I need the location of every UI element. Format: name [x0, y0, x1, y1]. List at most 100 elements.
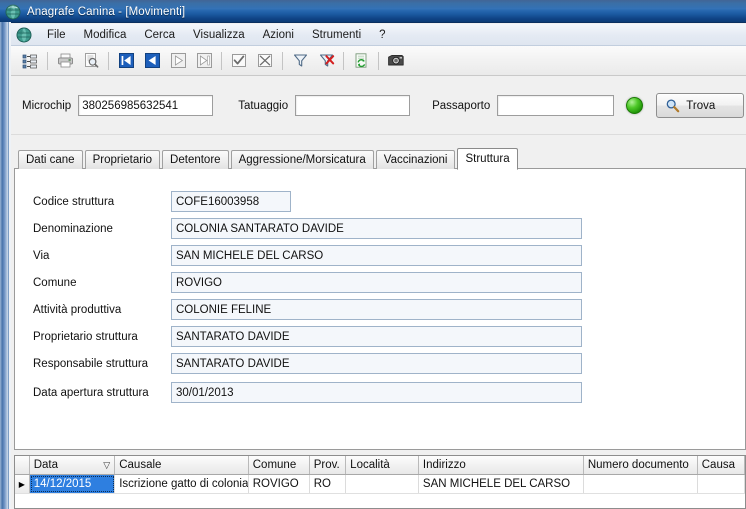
toolbar-separator — [343, 51, 344, 70]
cell-prov[interactable]: RO — [310, 475, 347, 493]
tab-dati-cane[interactable]: Dati cane — [18, 150, 83, 169]
microchip-label: Microchip — [22, 99, 72, 112]
tree-view-button[interactable] — [19, 50, 41, 72]
first-record-button[interactable] — [115, 50, 137, 72]
toolbar-separator — [282, 51, 283, 70]
grid-header-label: Causa — [701, 459, 735, 471]
data-apertura-struttura-label: Data apertura struttura — [33, 386, 149, 399]
confirm-button[interactable] — [228, 50, 250, 72]
field-row-attivita-produttiva: Attività produttiva COLONIE FELINE — [33, 299, 582, 320]
tatuaggio-label: Tatuaggio — [238, 99, 289, 112]
grid-header-causa[interactable]: Causa — [698, 456, 745, 474]
globe-icon — [16, 27, 32, 43]
menu-item-help[interactable]: ? — [370, 26, 394, 44]
via-label: Via — [33, 249, 50, 262]
cell-data[interactable]: 14/12/2015 — [29, 475, 116, 493]
cancel-button[interactable] — [254, 50, 276, 72]
field-row-comune: Comune ROVIGO — [33, 272, 582, 293]
grid-header-indirizzo[interactable]: Indirizzo — [419, 456, 584, 474]
print-preview-icon — [83, 52, 100, 69]
toolbar-separator — [47, 51, 48, 70]
last-record-button[interactable] — [193, 50, 215, 72]
passaporto-input[interactable] — [497, 95, 615, 116]
last-record-icon — [196, 52, 213, 69]
codice-struttura-value[interactable]: COFE16003958 — [171, 191, 291, 212]
filter-button[interactable] — [289, 50, 311, 72]
cell-indirizzo[interactable]: SAN MICHELE DEL CARSO — [419, 475, 584, 493]
menu-item-cerca[interactable]: Cerca — [135, 26, 184, 44]
print-button[interactable] — [54, 50, 76, 72]
tab-vaccinazioni[interactable]: Vaccinazioni — [375, 150, 456, 169]
menu-item-file[interactable]: File — [38, 26, 75, 44]
grid-header-comune[interactable]: Comune — [249, 456, 310, 474]
tab-aggressione-morsicatura[interactable]: Aggressione/Morsicatura — [230, 150, 374, 169]
next-record-button[interactable] — [167, 50, 189, 72]
grid-header-label: Indirizzo — [422, 459, 466, 471]
passaporto-label: Passaporto — [432, 99, 491, 112]
menu-item-strumenti[interactable]: Strumenti — [303, 26, 370, 44]
filter-remove-icon — [318, 52, 335, 69]
tab-label: Proprietario — [92, 154, 153, 166]
first-record-icon — [118, 52, 135, 69]
window-frame-left — [0, 22, 8, 509]
grid-header-data[interactable]: Data ▽ — [30, 456, 116, 474]
movements-grid[interactable]: Data ▽ Causale Comune Prov. Località Ind… — [14, 455, 746, 509]
cell-localita[interactable] — [346, 475, 419, 493]
via-value[interactable]: SAN MICHELE DEL CARSO — [171, 245, 582, 266]
codice-struttura-label: Codice struttura — [33, 195, 115, 208]
denominazione-value[interactable]: COLONIA SANTARATO DAVIDE — [171, 218, 582, 239]
comune-value[interactable]: ROVIGO — [171, 272, 582, 293]
search-panel: Microchip Tatuaggio Passaporto Trova — [11, 77, 746, 135]
grid-header-label: Causale — [119, 459, 162, 471]
cell-causale[interactable]: Iscrizione gatto di colonia — [115, 475, 249, 493]
field-row-denominazione: Denominazione COLONIA SANTARATO DAVIDE — [33, 218, 582, 239]
window-title: Anagrafe Canina - [Movimenti] — [27, 5, 186, 18]
previous-record-button[interactable] — [141, 50, 163, 72]
field-row-codice-struttura: Codice struttura COFE16003958 — [33, 191, 291, 212]
tab-panel-struttura: Codice struttura COFE16003958 Denominazi… — [14, 168, 746, 450]
menu-item-modifica[interactable]: Modifica — [75, 26, 136, 44]
grid-header-localita[interactable]: Località — [346, 456, 419, 474]
field-row-responsabile-struttura: Responsabile struttura SANTARATO DAVIDE — [33, 353, 582, 374]
refresh-button[interactable] — [350, 50, 372, 72]
responsabile-struttura-value[interactable]: SANTARATO DAVIDE — [171, 353, 582, 374]
comune-label: Comune — [33, 276, 77, 289]
photo-button[interactable] — [385, 50, 407, 72]
menu-item-visualizza[interactable]: Visualizza — [184, 26, 254, 44]
tab-proprietario[interactable]: Proprietario — [84, 150, 161, 169]
cell-comune[interactable]: ROVIGO — [249, 475, 310, 493]
find-button[interactable]: Trova — [656, 93, 745, 118]
tab-label: Detentore — [170, 154, 221, 166]
status-led-indicator — [626, 97, 644, 114]
grid-header-causale[interactable]: Causale — [115, 456, 249, 474]
tatuaggio-input[interactable] — [295, 95, 411, 116]
tab-label: Dati cane — [26, 154, 75, 166]
filter-funnel-icon — [292, 52, 309, 69]
tab-detentore[interactable]: Detentore — [162, 150, 229, 169]
proprietario-struttura-value[interactable]: SANTARATO DAVIDE — [171, 326, 582, 347]
previous-record-icon — [144, 52, 161, 69]
toolbar-separator — [108, 51, 109, 70]
grid-header-prov[interactable]: Prov. — [310, 456, 347, 474]
cell-causa[interactable] — [698, 475, 745, 493]
data-apertura-struttura-value[interactable]: 30/01/2013 — [171, 382, 582, 403]
grid-header-numero-documento[interactable]: Numero documento — [584, 456, 698, 474]
grid-header-row: Data ▽ Causale Comune Prov. Località Ind… — [15, 456, 745, 475]
row-marker: ▶ — [15, 475, 30, 493]
table-row[interactable]: ▶ 14/12/2015 Iscrizione gatto di colonia… — [15, 475, 745, 494]
confirm-check-icon — [231, 52, 248, 69]
globe-icon — [5, 4, 21, 20]
microchip-input[interactable] — [78, 95, 214, 116]
menu-item-azioni[interactable]: Azioni — [254, 26, 303, 44]
tab-label: Vaccinazioni — [383, 154, 448, 166]
refresh-document-icon — [353, 52, 370, 69]
title-bar: Anagrafe Canina - [Movimenti] — [0, 0, 746, 23]
remove-filter-button[interactable] — [315, 50, 337, 72]
cell-numero-documento[interactable] — [584, 475, 698, 493]
print-preview-button[interactable] — [80, 50, 102, 72]
field-row-data-apertura-struttura: Data apertura struttura 30/01/2013 — [33, 382, 582, 403]
toolbar-separator — [378, 51, 379, 70]
attivita-produttiva-value[interactable]: COLONIE FELINE — [171, 299, 582, 320]
proprietario-struttura-label: Proprietario struttura — [33, 330, 138, 343]
tab-struttura[interactable]: Struttura — [457, 148, 518, 170]
